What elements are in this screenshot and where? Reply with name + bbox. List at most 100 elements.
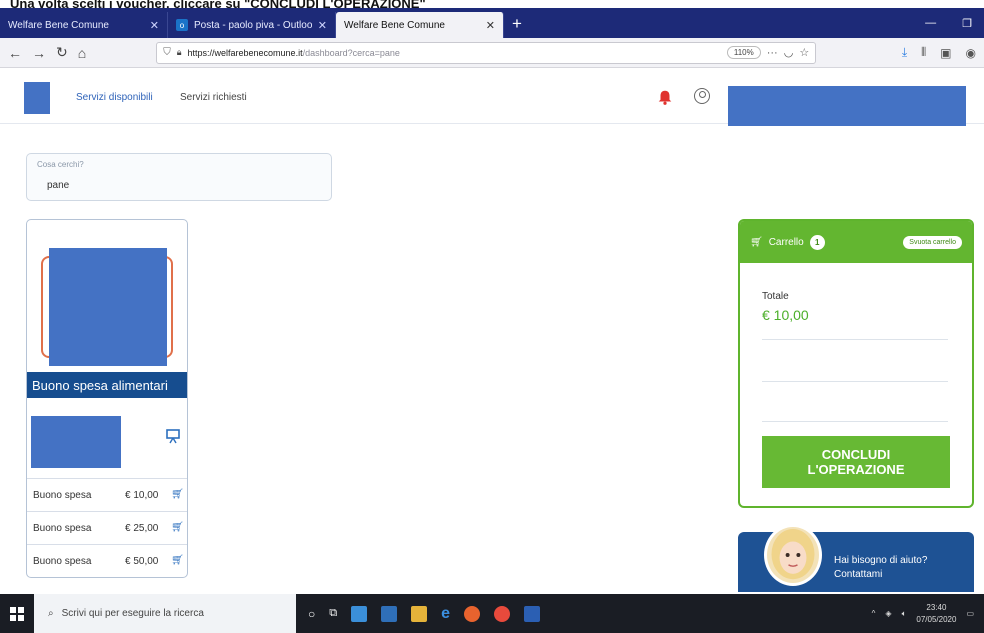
conclude-line1: CONCLUDI bbox=[821, 447, 891, 462]
search-icon: ⌕ bbox=[48, 608, 54, 619]
download-icon[interactable]: ⤓ bbox=[902, 45, 907, 60]
redacted-product-details bbox=[31, 416, 121, 468]
voucher-price: € 10,00 bbox=[125, 489, 159, 501]
conclude-line2: L'OPERAZIONE bbox=[807, 462, 905, 477]
minimize-icon[interactable]: — bbox=[925, 17, 936, 30]
voucher-name: Buono spesa bbox=[33, 489, 92, 501]
redacted-product-image bbox=[49, 248, 167, 366]
add-to-cart-icon[interactable]: 🛒︎ bbox=[171, 522, 184, 534]
notification-bell-icon[interactable] bbox=[656, 88, 674, 106]
tab-welfare-1[interactable]: Welfare Bene Comune ✕ bbox=[0, 12, 168, 38]
library-icon[interactable]: ⫴ bbox=[921, 45, 926, 60]
shield-icon: ⛉ bbox=[163, 47, 171, 58]
home-icon[interactable]: ⌂ bbox=[78, 45, 86, 61]
close-tab-icon[interactable]: ✕ bbox=[150, 19, 159, 32]
assistant-avatar bbox=[764, 524, 822, 586]
cortana-icon[interactable]: ○ bbox=[308, 607, 315, 621]
close-tab-icon[interactable]: ✕ bbox=[486, 19, 495, 32]
browser-tab-bar: Welfare Bene Comune ✕ o Posta - paolo pi… bbox=[0, 8, 984, 38]
voucher-option-row[interactable]: Buono spesa € 10,00 🛒︎ bbox=[27, 478, 187, 511]
cart-count-badge: 1 bbox=[809, 234, 825, 250]
help-chat-widget[interactable]: Hai bisogno di aiuto? Contattami bbox=[738, 524, 974, 592]
voucher-name: Buono spesa bbox=[33, 522, 92, 534]
add-to-cart-icon[interactable]: 🛒︎ bbox=[171, 555, 184, 567]
sidebar-icon[interactable]: ▣ bbox=[940, 46, 951, 60]
voucher-price: € 50,00 bbox=[125, 555, 159, 567]
system-clock[interactable]: 23:40 07/05/2020 bbox=[916, 602, 956, 626]
presentation-icon[interactable] bbox=[165, 428, 181, 444]
taskbar-search-placeholder: Scrivi qui per eseguire la ricerca bbox=[61, 608, 204, 619]
tab-title: Posta - paolo piva - Outlook bbox=[194, 19, 312, 31]
outlook-icon: o bbox=[176, 19, 188, 31]
cart-panel: 🛒︎ Carrello 1 Svuota carrello Totale € 1… bbox=[738, 219, 974, 508]
photos-app-icon[interactable] bbox=[351, 605, 368, 622]
product-card: Buono spesa alimentari Buono spesa € 10,… bbox=[26, 219, 188, 578]
help-line1: Hai bisogno di aiuto? bbox=[834, 555, 928, 566]
pocket-icon[interactable]: ◡ bbox=[784, 46, 794, 59]
chevron-up-icon[interactable]: ^ bbox=[872, 609, 876, 618]
task-view-icon[interactable]: ⧉ bbox=[329, 607, 337, 620]
windows-start-icon[interactable] bbox=[0, 594, 34, 633]
total-value: € 10,00 bbox=[762, 307, 809, 323]
new-tab-icon[interactable]: + bbox=[504, 14, 530, 38]
back-icon[interactable]: ← bbox=[8, 45, 22, 61]
search-label: Cosa cerchi? bbox=[37, 160, 84, 169]
redacted-user-name bbox=[728, 86, 966, 126]
assistant-avatar-icon bbox=[771, 529, 815, 580]
conclude-operation-button[interactable]: CONCLUDI L'OPERAZIONE bbox=[762, 436, 950, 488]
site-logo[interactable] bbox=[24, 82, 50, 114]
voucher-option-row[interactable]: Buono spesa € 25,00 🛒︎ bbox=[27, 511, 187, 544]
cart-header: 🛒︎ Carrello 1 Svuota carrello bbox=[740, 221, 972, 263]
toolbar-icons: ⤓ ⫴ ▣ ◉ bbox=[902, 45, 976, 60]
chrome-icon[interactable] bbox=[494, 605, 511, 622]
system-tray: ^ ◈ 🔈︎ 23:40 07/05/2020 ▭ bbox=[872, 602, 984, 626]
calendar-app-icon[interactable] bbox=[381, 605, 398, 622]
search-input[interactable] bbox=[47, 176, 307, 194]
tab-outlook[interactable]: o Posta - paolo piva - Outlook ✕ bbox=[168, 12, 336, 38]
clock-time: 23:40 bbox=[926, 602, 947, 612]
app-header: Servizi disponibili Servizi richiesti bbox=[0, 68, 984, 126]
voucher-price: € 25,00 bbox=[125, 522, 159, 534]
help-text: Hai bisogno di aiuto? Contattami bbox=[834, 554, 927, 582]
network-icon[interactable]: ◈ bbox=[885, 609, 891, 618]
empty-cart-button[interactable]: Svuota carrello bbox=[903, 235, 962, 249]
bookmark-star-icon[interactable]: ☆ bbox=[799, 46, 809, 59]
user-profile-icon[interactable] bbox=[694, 88, 710, 104]
tab-welfare-active[interactable]: Welfare Bene Comune ✕ bbox=[336, 12, 504, 38]
reload-icon[interactable]: ↻ bbox=[56, 44, 68, 61]
taskbar-search[interactable]: ⌕ Scrivi qui per eseguire la ricerca bbox=[34, 594, 296, 633]
divider bbox=[762, 339, 948, 340]
window-controls: — ❐ bbox=[925, 17, 984, 38]
store-app-icon[interactable] bbox=[411, 605, 428, 622]
voucher-name: Buono spesa bbox=[33, 555, 92, 567]
product-title: Buono spesa alimentari bbox=[27, 372, 187, 398]
forward-icon[interactable]: → bbox=[32, 45, 46, 61]
browser-nav-bar: ← → ↻ ⌂ ⛉ 🔒︎ https://welfarebenecomune.i… bbox=[0, 38, 984, 68]
nav-servizi-disponibili[interactable]: Servizi disponibili bbox=[76, 92, 153, 103]
total-label: Totale bbox=[762, 291, 789, 302]
url-host: https://welfarebenecomune.it bbox=[187, 47, 303, 58]
maximize-icon[interactable]: ❐ bbox=[962, 17, 972, 30]
voucher-option-row[interactable]: Buono spesa € 50,00 🛒︎ bbox=[27, 544, 187, 577]
tab-title: Welfare Bene Comune bbox=[8, 19, 109, 31]
zoom-level[interactable]: 110% bbox=[726, 46, 761, 59]
address-bar[interactable]: ⛉ 🔒︎ https://welfarebenecomune.it/dashbo… bbox=[156, 41, 817, 64]
cart-icon: 🛒︎ bbox=[750, 236, 763, 248]
edge-icon[interactable]: e bbox=[441, 605, 450, 623]
notifications-icon[interactable]: ▭ bbox=[966, 609, 974, 618]
help-line2: Contattami bbox=[834, 569, 883, 580]
firefox-icon[interactable] bbox=[464, 605, 481, 622]
taskbar-apps: ○ ⧉ e bbox=[308, 605, 541, 623]
cart-title: Carrello bbox=[768, 236, 804, 248]
divider bbox=[762, 421, 948, 422]
volume-icon[interactable]: 🔈︎ bbox=[902, 609, 907, 619]
conclude-button-label: CONCLUDI L'OPERAZIONE bbox=[808, 447, 905, 477]
word-app-icon[interactable] bbox=[524, 605, 541, 622]
more-icon[interactable]: ··· bbox=[767, 47, 778, 59]
nav-servizi-richiesti[interactable]: Servizi richiesti bbox=[180, 92, 247, 103]
add-to-cart-icon[interactable]: 🛒︎ bbox=[171, 489, 184, 501]
tab-title: Welfare Bene Comune bbox=[344, 19, 445, 31]
account-icon[interactable]: ◉ bbox=[966, 46, 976, 60]
close-tab-icon[interactable]: ✕ bbox=[318, 19, 327, 32]
lock-icon: 🔒︎ bbox=[176, 47, 182, 57]
